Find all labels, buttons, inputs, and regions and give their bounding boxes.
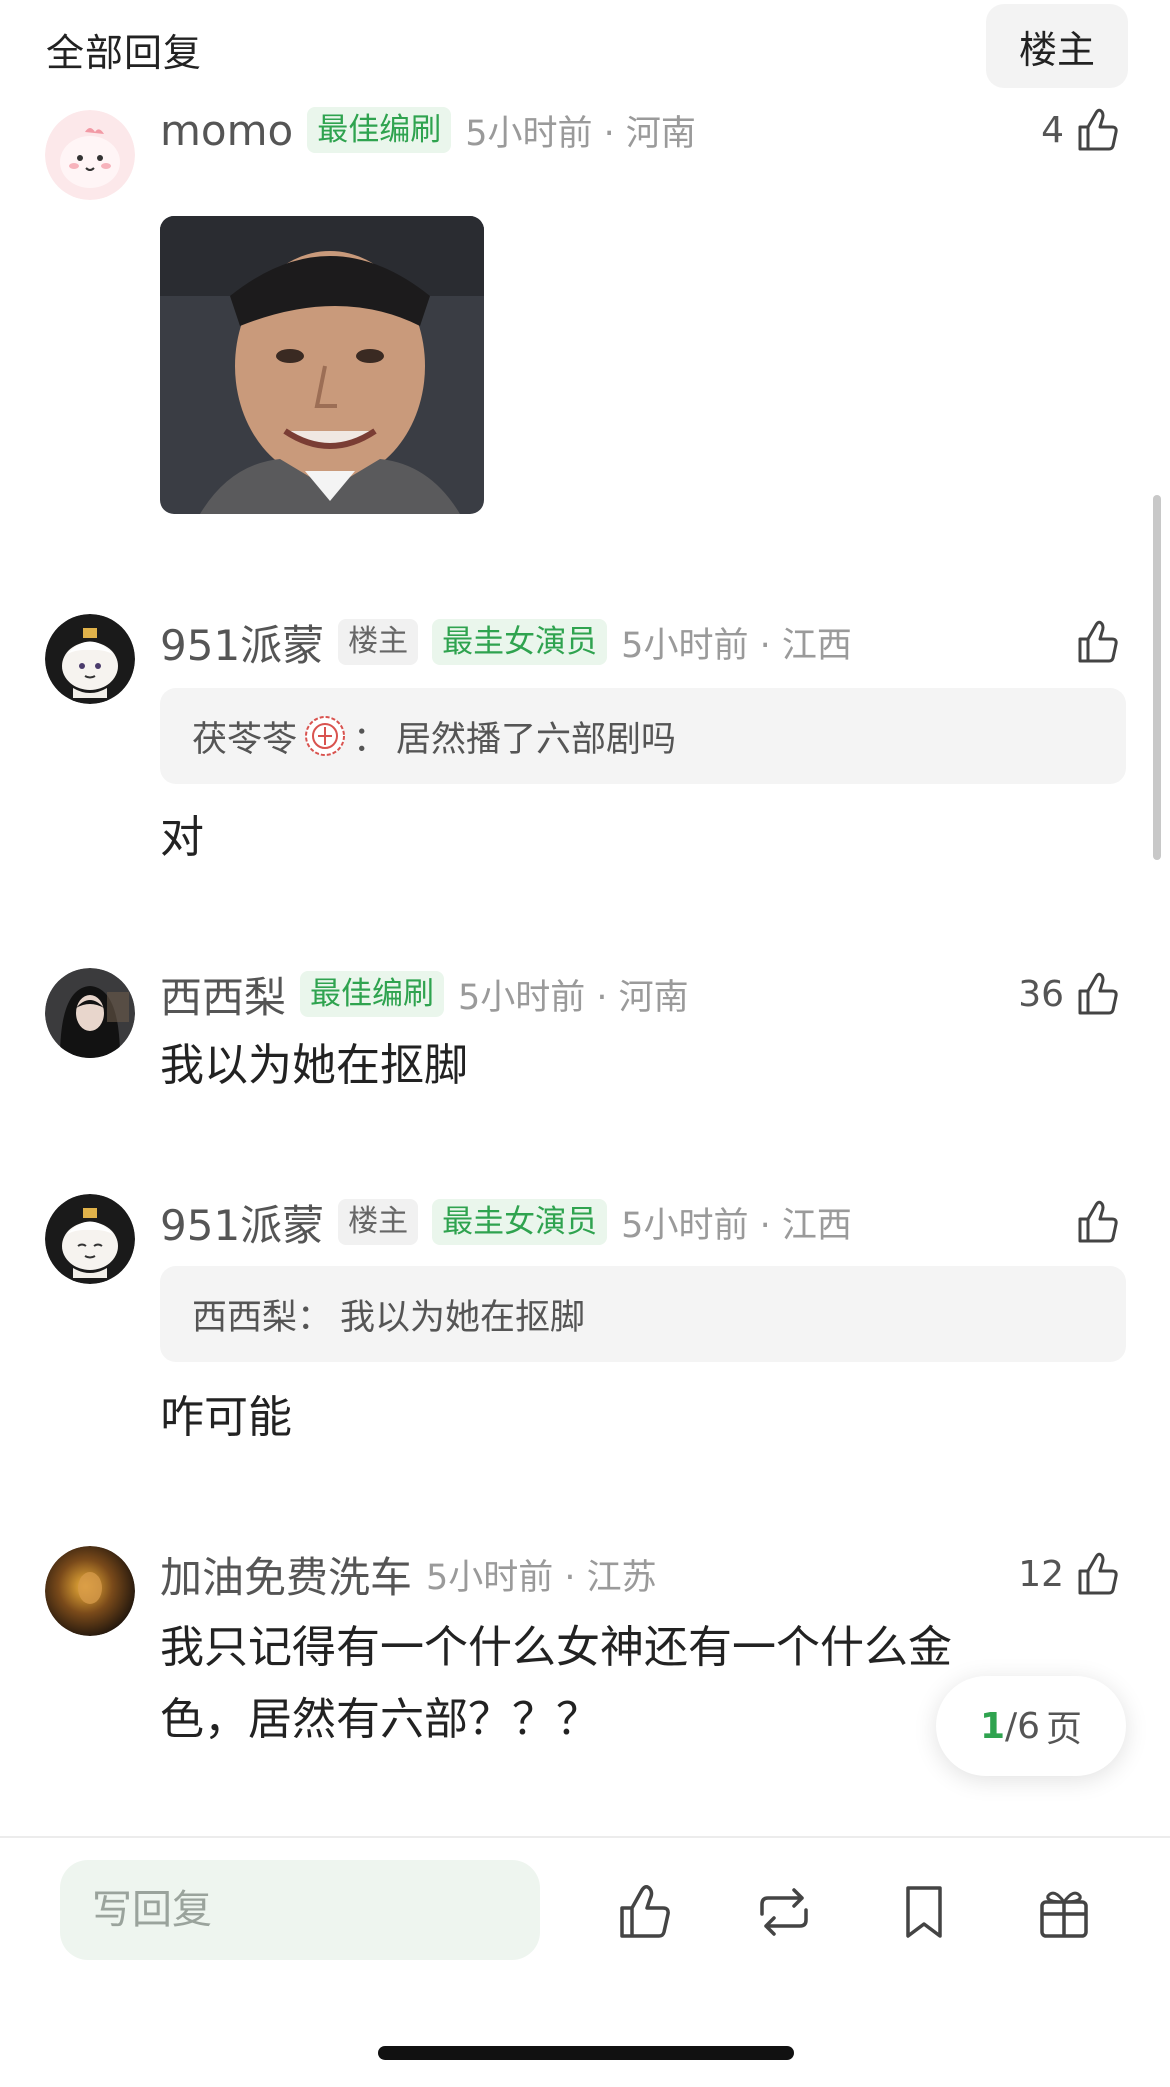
- avatar[interactable]: [45, 1194, 135, 1284]
- timestamp-location: 5小时前 · 江西: [621, 1205, 852, 1246]
- username[interactable]: 西西梨: [160, 964, 286, 1025]
- seal-badge-icon: [305, 716, 346, 756]
- like-button[interactable]: 36: [1018, 966, 1124, 1022]
- comment-meta: 西西梨 最佳编刷 5小时前 · 河南: [160, 966, 689, 1022]
- username[interactable]: 加油免费洗车: [160, 1544, 412, 1605]
- like-button[interactable]: [1074, 1194, 1124, 1250]
- quote-text: 我以为她在抠脚: [340, 1297, 586, 1338]
- page-unit: 页: [1046, 1709, 1083, 1750]
- owner-only-button[interactable]: 楼主: [986, 4, 1128, 88]
- page-title: 全部回复: [46, 31, 203, 75]
- comment-meta: momo 最佳编刷 5小时前 · 河南: [160, 102, 696, 158]
- comment-text-line: 我只记得有一个什么女神还有一个什么金: [160, 1622, 952, 1673]
- quote-text: 居然播了六部剧吗: [396, 719, 677, 760]
- avatar[interactable]: [45, 110, 135, 200]
- avatar[interactable]: [45, 968, 135, 1058]
- thumbs-up-icon: [1078, 1200, 1118, 1243]
- avatar[interactable]: [45, 614, 135, 704]
- username[interactable]: 951派蒙: [160, 612, 324, 673]
- quote-separator: ：: [297, 1297, 333, 1338]
- quote-author: 西西梨: [192, 1297, 298, 1338]
- timestamp-location: 5小时前 · 河南: [458, 977, 689, 1018]
- quoted-reply[interactable]: 西西梨 ： 我以为她在抠脚: [160, 1266, 1126, 1362]
- like-button[interactable]: [1074, 614, 1124, 670]
- thumbs-up-icon: [1078, 1552, 1118, 1595]
- badge-tag: 最圭女演员: [432, 1199, 608, 1245]
- timestamp-location: 5小时前 · 河南: [465, 113, 696, 154]
- reply-input[interactable]: [60, 1860, 540, 1960]
- comment-text: 咋可能: [160, 1392, 292, 1443]
- avatar[interactable]: [45, 1546, 135, 1636]
- comment-image[interactable]: [160, 216, 484, 514]
- page-indicator[interactable]: 1 /6 页: [936, 1676, 1126, 1776]
- owner-tag: 楼主: [338, 1199, 419, 1245]
- username[interactable]: 951派蒙: [160, 1192, 324, 1253]
- comment-text: 对: [160, 812, 204, 863]
- comment-meta: 951派蒙 楼主 最圭女演员 5小时前 · 江西: [160, 614, 852, 670]
- owner-tag: 楼主: [338, 619, 419, 665]
- comment-text: 我以为她在抠脚: [160, 1040, 468, 1091]
- repost-icon[interactable]: [752, 1880, 816, 1944]
- timestamp-location: 5小时前 · 江西: [621, 625, 852, 666]
- badge-tag: 最佳编刷: [307, 107, 452, 153]
- timestamp-location: 5小时前 · 江苏: [426, 1557, 657, 1598]
- badge-tag: 最佳编刷: [300, 971, 445, 1017]
- username[interactable]: momo: [160, 106, 293, 155]
- quoted-reply[interactable]: 茯苓苓 ： 居然播了六部剧吗: [160, 688, 1126, 784]
- thumbs-up-icon: [1078, 108, 1118, 151]
- scrollbar[interactable]: [1153, 495, 1161, 860]
- header: 全部回复 楼主: [0, 0, 1170, 100]
- thumbs-up-icon: [1078, 620, 1118, 663]
- quote-separator: ：: [353, 719, 389, 760]
- comment-meta: 加油免费洗车 5小时前 · 江苏: [160, 1546, 657, 1602]
- comment-meta: 951派蒙 楼主 最圭女演员 5小时前 · 江西: [160, 1194, 852, 1250]
- badge-tag: 最圭女演员: [432, 619, 608, 665]
- like-count: 4: [1041, 109, 1064, 151]
- total-pages: /6: [1005, 1705, 1041, 1747]
- gift-icon[interactable]: [1032, 1880, 1096, 1944]
- like-button[interactable]: 4: [1041, 102, 1124, 158]
- like-icon[interactable]: [614, 1880, 678, 1944]
- home-indicator: [378, 2046, 794, 2060]
- like-count: 36: [1018, 973, 1064, 1015]
- like-count: 12: [1018, 1553, 1064, 1595]
- current-page: 1: [979, 1705, 1005, 1747]
- like-button[interactable]: 12: [1018, 1546, 1124, 1602]
- thumbs-up-icon: [1078, 972, 1118, 1015]
- bookmark-icon[interactable]: [892, 1880, 956, 1944]
- quote-author: 茯苓苓: [192, 719, 298, 760]
- comment-text-line: 色，居然有六部？？？: [160, 1694, 600, 1745]
